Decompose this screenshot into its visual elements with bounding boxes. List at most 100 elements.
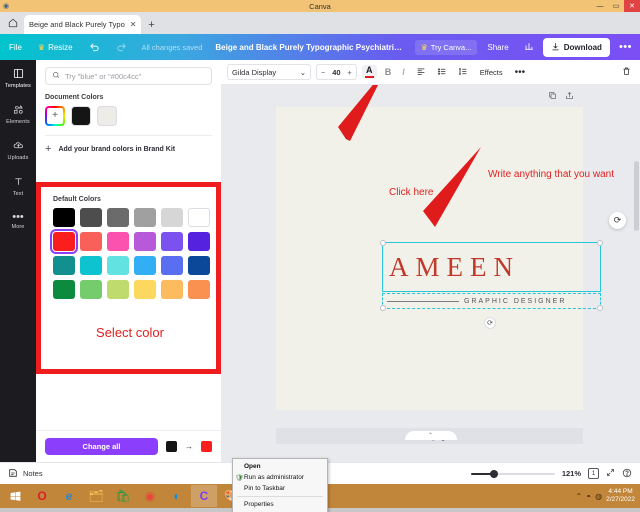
- color-swatch[interactable]: [134, 208, 156, 227]
- document-color-swatch[interactable]: [71, 106, 91, 126]
- close-button[interactable]: ✕: [624, 0, 640, 12]
- text-color-button[interactable]: A: [361, 65, 377, 79]
- color-swatch[interactable]: [80, 208, 102, 227]
- color-swatch[interactable]: [80, 232, 102, 251]
- add-brand-colors-button[interactable]: + Add your brand colors in Brand Kit: [45, 136, 212, 161]
- opera-icon[interactable]: O: [29, 485, 55, 507]
- minimize-button[interactable]: —: [592, 0, 608, 12]
- show-hidden-icons[interactable]: ⌃: [576, 492, 583, 501]
- color-swatch[interactable]: [107, 256, 129, 275]
- new-tab-button[interactable]: +: [141, 15, 161, 34]
- sidebar-item-uploads[interactable]: Uploads: [1, 137, 35, 164]
- trash-icon[interactable]: [619, 64, 634, 80]
- taskbar-clock[interactable]: 4:44 PM 2/27/2022: [606, 488, 635, 504]
- color-swatch[interactable]: [161, 208, 183, 227]
- resize-handle[interactable]: [597, 240, 603, 246]
- edge-icon[interactable]: ◐: [164, 485, 190, 507]
- rotate-icon[interactable]: ⟳: [484, 317, 496, 329]
- duplicate-icon[interactable]: [548, 91, 557, 102]
- font-family-select[interactable]: Gilda Display ⌄: [227, 64, 311, 80]
- resize-handle[interactable]: [380, 240, 386, 246]
- color-swatch[interactable]: [80, 280, 102, 299]
- help-icon[interactable]: [622, 468, 632, 480]
- sidebar-item-text[interactable]: Text: [1, 173, 35, 200]
- color-swatch[interactable]: [188, 256, 210, 275]
- color-swatch[interactable]: [188, 232, 210, 251]
- share-page-icon[interactable]: [565, 91, 574, 102]
- document-color-swatch[interactable]: [97, 106, 117, 126]
- maximize-button[interactable]: ▭: [608, 0, 624, 12]
- zoom-slider-knob[interactable]: [489, 469, 498, 478]
- color-swatch[interactable]: [53, 208, 75, 227]
- align-left-icon[interactable]: [413, 65, 429, 80]
- internet-explorer-icon[interactable]: e: [56, 485, 82, 507]
- color-search-input[interactable]: Try "blue" or "#00c4cc": [45, 67, 212, 85]
- browser-tab[interactable]: Beige and Black Purely Typo ✕: [24, 15, 142, 34]
- color-swatch[interactable]: [161, 256, 183, 275]
- text-element-selection[interactable]: AMEEN: [380, 240, 603, 292]
- color-swatch[interactable]: [188, 280, 210, 299]
- subtitle-element[interactable]: GRAPHIC DESIGNER: [380, 293, 603, 311]
- italic-button[interactable]: I: [399, 65, 408, 79]
- color-swatch[interactable]: [107, 208, 129, 227]
- sidebar-item-templates[interactable]: Templates: [1, 65, 35, 92]
- bar-chart-icon[interactable]: [519, 39, 539, 56]
- antivirus-icon[interactable]: ◓: [586, 492, 591, 501]
- color-swatch[interactable]: [134, 232, 156, 251]
- context-menu-item-pin-to-taskbar[interactable]: Pin to Taskbar: [233, 483, 327, 494]
- resize-handle[interactable]: [380, 305, 386, 311]
- resize-handle[interactable]: [597, 305, 603, 311]
- sidebar-item-more[interactable]: ••• More: [1, 209, 35, 233]
- color-swatch[interactable]: [53, 256, 75, 275]
- color-swatch[interactable]: [161, 232, 183, 251]
- color-swatch[interactable]: [80, 256, 102, 275]
- color-swatch[interactable]: [161, 280, 183, 299]
- network-icon[interactable]: ◍: [595, 492, 602, 501]
- close-icon[interactable]: ✕: [130, 20, 137, 29]
- home-icon[interactable]: [2, 12, 24, 34]
- color-picker-swatch[interactable]: +: [45, 106, 65, 126]
- context-menu-item-run-as-administrator[interactable]: 🛡 Run as administrator: [233, 472, 327, 483]
- canva-icon[interactable]: C: [191, 485, 217, 507]
- color-swatch[interactable]: [50, 229, 78, 254]
- color-swatch[interactable]: [53, 280, 75, 299]
- topbar-more-button[interactable]: •••: [614, 39, 637, 55]
- vertical-scrollbar[interactable]: [634, 111, 639, 432]
- expand-icon[interactable]: [606, 468, 615, 479]
- redo-icon[interactable]: [110, 39, 133, 56]
- text-toolbar-more-button[interactable]: •••: [512, 65, 529, 80]
- file-explorer-icon[interactable]: 🗂: [83, 485, 109, 507]
- microsoft-store-icon[interactable]: 🛍: [110, 485, 136, 507]
- resize-button[interactable]: ♛ Resize: [32, 40, 79, 55]
- scrollbar-thumb[interactable]: [634, 161, 639, 231]
- chrome-icon[interactable]: ◉: [137, 485, 163, 507]
- effects-button[interactable]: Effects: [476, 68, 507, 77]
- bullet-list-icon[interactable]: [434, 65, 450, 80]
- heading-text[interactable]: AMEEN: [383, 243, 600, 291]
- notes-button[interactable]: Notes: [8, 468, 43, 480]
- font-size-stepper[interactable]: − 40 +: [316, 64, 357, 80]
- color-swatch[interactable]: [134, 256, 156, 275]
- refresh-icon[interactable]: ⟳: [609, 212, 626, 229]
- context-menu[interactable]: Open 🛡 Run as administrator Pin to Taskb…: [232, 458, 328, 512]
- zoom-slider[interactable]: [470, 469, 555, 478]
- line-spacing-icon[interactable]: [455, 65, 471, 80]
- document-name[interactable]: Beige and Black Purely Typographic Psych…: [211, 41, 406, 54]
- file-menu-button[interactable]: File: [3, 40, 28, 55]
- scroll-up-handle[interactable]: ⌃: [404, 431, 457, 440]
- color-swatch[interactable]: [188, 208, 210, 227]
- canvas-area[interactable]: Click here Write anything that you want …: [221, 85, 640, 462]
- page-indicator[interactable]: 1: [588, 468, 599, 479]
- share-button[interactable]: Share: [481, 40, 514, 55]
- try-canva-pro-button[interactable]: ♛ Try Canva...: [414, 39, 478, 55]
- sidebar-item-elements[interactable]: Elements: [1, 101, 35, 128]
- color-swatch[interactable]: [107, 280, 129, 299]
- download-button[interactable]: Download: [542, 37, 610, 57]
- font-size-value[interactable]: 40: [329, 68, 343, 77]
- bold-button[interactable]: B: [382, 65, 395, 79]
- design-page[interactable]: Click here Write anything that you want …: [276, 107, 614, 410]
- font-size-decrease[interactable]: −: [317, 68, 329, 77]
- color-swatch[interactable]: [134, 280, 156, 299]
- font-size-increase[interactable]: +: [343, 68, 355, 77]
- undo-icon[interactable]: [83, 39, 106, 56]
